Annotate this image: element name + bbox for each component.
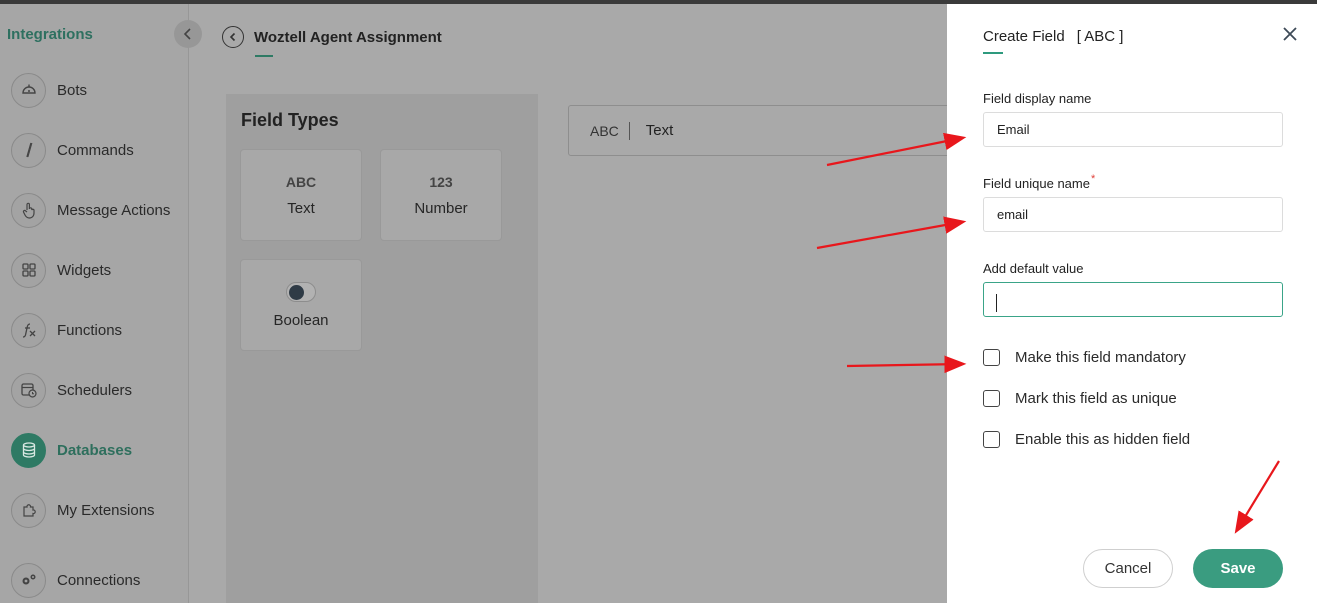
sidebar-item-commands[interactable]: Commands bbox=[11, 132, 134, 168]
field-type-boolean[interactable]: Boolean bbox=[240, 259, 362, 351]
sidebar-item-message-actions[interactable]: Message Actions bbox=[11, 192, 170, 228]
sidebar-item-label: Commands bbox=[57, 141, 134, 159]
calendar-clock-icon bbox=[11, 372, 46, 408]
unique-checkbox-row[interactable]: Mark this field as unique bbox=[983, 390, 1177, 407]
sidebar-item-label: Functions bbox=[57, 321, 123, 339]
default-value-label: Add default value bbox=[983, 261, 1084, 276]
sidebar-item-bots[interactable]: Bots bbox=[11, 72, 87, 108]
panel-title-tag: [ ABC ] bbox=[1076, 28, 1124, 45]
field-type-label: Text bbox=[287, 199, 315, 217]
sidebar-item-label: Schedulers bbox=[57, 381, 133, 399]
sidebar-item-widgets[interactable]: Widgets bbox=[11, 252, 111, 288]
divider bbox=[628, 121, 630, 140]
sidebar-item-schedulers[interactable]: Schedulers bbox=[11, 372, 132, 408]
unique-name-label-text: Field unique name bbox=[983, 176, 1090, 191]
function-icon bbox=[11, 312, 46, 348]
sidebar-item-my-extensions[interactable]: My Extensions bbox=[11, 492, 155, 528]
display-name-label: Field display name bbox=[983, 91, 1092, 106]
field-types-panel: Field Types ABC Text 123 Number Boolean bbox=[226, 94, 538, 603]
sidebar-item-functions[interactable]: Functions bbox=[11, 312, 122, 348]
puzzle-icon bbox=[11, 492, 46, 528]
field-row-label: Text bbox=[645, 122, 674, 139]
field-type-label: Number bbox=[414, 199, 468, 217]
text-caret bbox=[996, 294, 997, 312]
annotation-arrow bbox=[816, 216, 967, 250]
toggle-icon bbox=[286, 281, 316, 302]
sidebar-item-label: Bots bbox=[57, 81, 88, 99]
sidebar-title: Integrations bbox=[7, 26, 93, 43]
close-button[interactable] bbox=[1281, 25, 1299, 43]
chevron-left-icon bbox=[183, 28, 191, 40]
collapse-sidebar-button[interactable] bbox=[174, 20, 202, 48]
grid-icon bbox=[11, 252, 46, 288]
page-title: Woztell Agent Assignment bbox=[254, 28, 442, 46]
hidden-checkbox[interactable] bbox=[983, 431, 1000, 448]
unique-name-input[interactable] bbox=[983, 197, 1283, 232]
sidebar-item-label: My Extensions bbox=[57, 501, 155, 519]
field-type-symbol: ABC bbox=[285, 173, 317, 190]
sidebar-item-label: Widgets bbox=[57, 261, 112, 279]
cancel-button[interactable]: Cancel bbox=[1083, 549, 1173, 588]
required-asterisk: * bbox=[1090, 173, 1096, 185]
database-icon bbox=[11, 432, 46, 468]
field-type-text[interactable]: ABC Text bbox=[240, 149, 362, 241]
hidden-checkbox-label: Enable this as hidden field bbox=[1015, 431, 1191, 448]
slash-icon bbox=[11, 132, 46, 168]
panel-title-text: Create Field bbox=[983, 28, 1065, 45]
field-row-text[interactable]: ABC Text bbox=[568, 105, 968, 156]
field-types-title: Field Types bbox=[241, 110, 339, 130]
sidebar: Integrations Bots Commands Message Actio… bbox=[0, 4, 189, 603]
sidebar-item-label: Databases bbox=[57, 441, 133, 459]
panel-title-underline bbox=[983, 52, 1003, 54]
annotation-arrow bbox=[846, 355, 967, 374]
mandatory-checkbox-row[interactable]: Make this field mandatory bbox=[983, 349, 1186, 366]
mandatory-checkbox[interactable] bbox=[983, 349, 1000, 366]
hand-pointer-icon bbox=[11, 192, 46, 228]
close-icon bbox=[1283, 27, 1297, 41]
field-type-number[interactable]: 123 Number bbox=[380, 149, 502, 241]
unique-checkbox[interactable] bbox=[983, 390, 1000, 407]
field-type-symbol: 123 bbox=[429, 173, 453, 190]
sidebar-item-label: Message Actions bbox=[57, 201, 171, 219]
save-button[interactable]: Save bbox=[1193, 549, 1283, 588]
sidebar-item-label: Connections bbox=[57, 571, 141, 589]
sidebar-item-databases[interactable]: Databases bbox=[11, 432, 132, 468]
bot-icon bbox=[11, 72, 46, 108]
panel-title: Create Field [ ABC ] bbox=[983, 28, 1123, 45]
default-value-input[interactable] bbox=[983, 282, 1283, 317]
create-field-panel: Create Field [ ABC ] Field display name F… bbox=[947, 4, 1317, 603]
page-title-underline bbox=[255, 55, 273, 57]
display-name-input[interactable] bbox=[983, 112, 1283, 147]
field-type-label: Boolean bbox=[273, 311, 329, 329]
page-header: Woztell Agent Assignment bbox=[222, 26, 442, 48]
back-arrow-icon[interactable] bbox=[222, 26, 244, 48]
hidden-checkbox-row[interactable]: Enable this as hidden field bbox=[983, 431, 1190, 448]
field-row-symbol: ABC bbox=[590, 122, 619, 139]
mandatory-checkbox-label: Make this field mandatory bbox=[1015, 349, 1186, 366]
sidebar-item-connections[interactable]: Connections bbox=[11, 562, 140, 598]
unique-name-label: Field unique name* bbox=[983, 173, 1096, 191]
gears-icon bbox=[11, 562, 46, 598]
unique-checkbox-label: Mark this field as unique bbox=[1015, 390, 1177, 407]
